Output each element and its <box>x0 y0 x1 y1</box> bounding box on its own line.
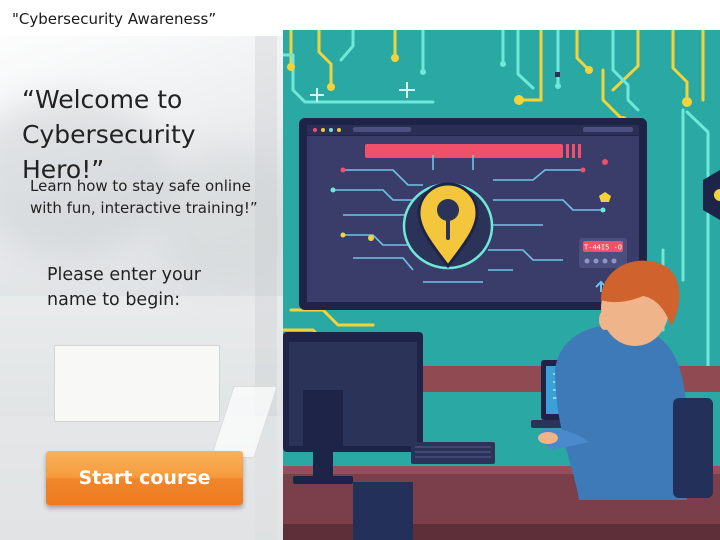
window-title: "Cybersecurity Awareness” <box>12 10 217 28</box>
cyber-hero-illustration: T-44I5 -O <box>283 30 720 540</box>
intro-text: Learn how to stay safe online with fun, … <box>30 177 258 217</box>
chair <box>673 398 713 498</box>
name-prompt: Please enter your name to begin: <box>47 265 201 310</box>
welcome-heading: “Welcome to Cybersecurity Hero!” <box>22 82 280 187</box>
keyboard <box>411 442 495 464</box>
start-course-button[interactable]: Start course <box>46 451 243 505</box>
screen-badge-text: T-44I5 -O <box>584 244 622 252</box>
welcome-heading-line1: “Welcome to <box>22 85 183 114</box>
screen-badge: T-44I5 -O <box>579 238 627 268</box>
monitor: T-44I5 -O <box>299 118 647 310</box>
name-input[interactable] <box>54 345 220 422</box>
desk-drawer <box>353 482 413 540</box>
